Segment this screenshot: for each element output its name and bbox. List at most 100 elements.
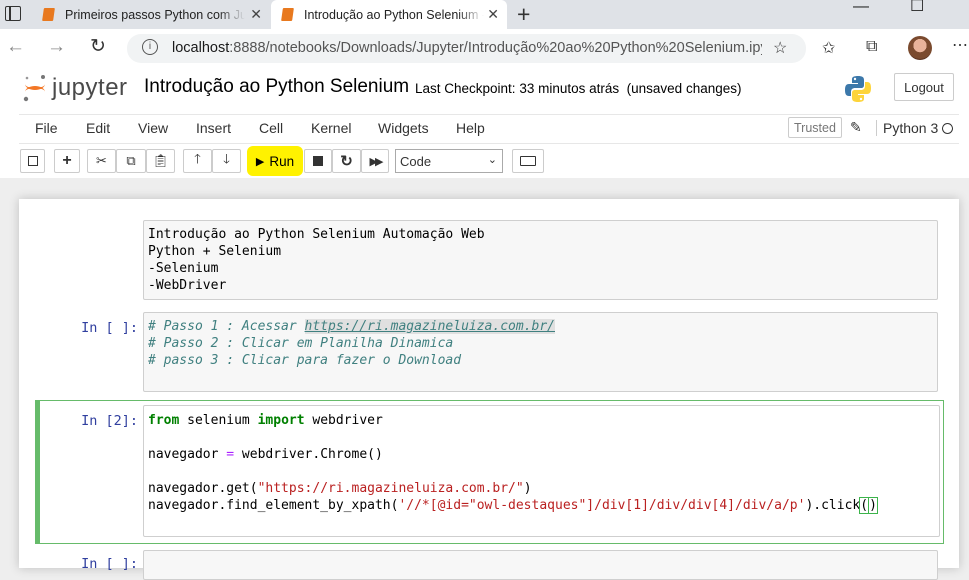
site-info-icon[interactable]: i: [142, 39, 158, 55]
minimize-icon[interactable]: —: [853, 0, 869, 16]
menu-cell[interactable]: Cell: [259, 120, 283, 136]
tab-label: Primeiros passos Python com Jupyter: [65, 7, 245, 22]
checkpoint-time: 33 minutos atrás: [519, 81, 620, 96]
markdown-line: -WebDriver: [148, 278, 227, 293]
command-palette-button[interactable]: [512, 149, 544, 173]
logout-button[interactable]: Logout: [894, 73, 954, 101]
keyword: import: [257, 413, 305, 428]
copy-button[interactable]: ⧉: [116, 149, 146, 173]
back-icon[interactable]: ←: [6, 36, 25, 58]
restart-run-all-button[interactable]: ▶▶: [361, 149, 389, 173]
menu-kernel[interactable]: Kernel: [311, 120, 351, 136]
keyword: from: [148, 413, 180, 428]
menu-widgets[interactable]: Widgets: [378, 120, 429, 136]
comment: # Passo 2 : Clicar em Planilha Dinamica: [148, 336, 454, 351]
url-text[interactable]: localhost:8888/notebooks/Downloads/Jupyt…: [172, 40, 762, 56]
code-token: navegador.get(: [148, 481, 258, 496]
cut-button[interactable]: ✂: [87, 149, 116, 173]
play-icon: ▶: [255, 155, 265, 168]
interrupt-button[interactable]: [304, 149, 332, 173]
cell-prompt: In [2]:: [81, 413, 138, 429]
maximize-icon[interactable]: ☐: [910, 0, 924, 16]
menu-edit[interactable]: Edit: [86, 120, 110, 136]
notebook-title[interactable]: Introdução ao Python Selenium: [144, 76, 409, 98]
operator: =: [226, 447, 235, 462]
markdown-line: Introdução ao Python Selenium Automação …: [148, 227, 485, 242]
browser-tab-primeiros-passos[interactable]: Primeiros passos Python com Jupyter ✕: [32, 0, 270, 29]
add-favorite-icon[interactable]: ☆: [773, 38, 787, 58]
tab-label: Introdução ao Python Selenium - Jupyter …: [304, 7, 484, 22]
code-editor-text[interactable]: from selenium import webdriver navegador…: [148, 412, 878, 514]
code-token: webdriver: [304, 413, 383, 428]
jupyter-wordmark[interactable]: jupyter: [52, 74, 128, 102]
insert-cell-button[interactable]: +: [54, 149, 80, 173]
favorites-icon[interactable]: ✩: [822, 38, 835, 58]
checkpoint-status: Last Checkpoint: 33 minutos atrás (unsav…: [415, 81, 741, 96]
stop-icon: [313, 156, 323, 166]
tab-actions-icon[interactable]: [5, 6, 21, 21]
checkpoint-label: Last Checkpoint:: [415, 81, 516, 96]
trusted-badge[interactable]: Trusted: [788, 117, 842, 138]
matched-bracket: ): [868, 497, 878, 514]
code-cell[interactable]: [143, 550, 938, 580]
comment: # Passo 1 : Acessar: [148, 319, 305, 334]
python-logo-icon: [845, 76, 871, 102]
paste-button[interactable]: 📋︎: [146, 149, 175, 173]
scissors-icon: ✂: [96, 153, 107, 168]
move-down-button[interactable]: 🡓: [212, 149, 241, 173]
edit-mode-pencil-icon: ✎: [850, 119, 862, 135]
menu-file[interactable]: File: [35, 120, 58, 136]
notebook-favicon-icon: [281, 8, 294, 21]
markdown-line: -Selenium: [148, 261, 219, 276]
chevron-down-icon: ⌄: [487, 154, 497, 166]
jupyter-logo-icon[interactable]: [22, 72, 48, 104]
markdown-cell-text: Introdução ao Python Selenium Automação …: [148, 226, 485, 294]
profile-avatar[interactable]: [908, 36, 932, 60]
move-up-button[interactable]: 🡑: [183, 149, 212, 173]
menu-insert[interactable]: Insert: [196, 120, 231, 136]
unsaved-changes: (unsaved changes): [626, 81, 742, 96]
close-tab-icon[interactable]: ✕: [487, 6, 499, 23]
forward-icon[interactable]: →: [47, 36, 66, 58]
arrow-down-icon: 🡓: [223, 151, 230, 166]
fast-forward-icon: ▶▶: [369, 155, 384, 168]
reload-icon[interactable]: ↻: [90, 35, 106, 58]
keyboard-icon: [520, 156, 536, 166]
plus-icon: +: [62, 152, 72, 169]
code-token: navegador.find_element_by_xpath(: [148, 498, 399, 513]
cell-type-select[interactable]: Code ⌄: [395, 149, 503, 173]
comment: # passo 3 : Clicar para fazer o Download: [148, 353, 462, 368]
paste-icon: 📋︎: [152, 153, 169, 168]
collections-icon[interactable]: ⧉: [866, 38, 877, 56]
cell-type-value: Code: [400, 153, 432, 169]
save-button[interactable]: [20, 149, 45, 173]
menu-view[interactable]: View: [138, 120, 168, 136]
menu-help[interactable]: Help: [456, 120, 485, 136]
save-icon: [27, 156, 38, 166]
cell-prompt: In [ ]:: [81, 556, 138, 572]
kernel-name[interactable]: Python 3: [876, 120, 938, 136]
markdown-line: Python + Selenium: [148, 244, 282, 259]
code-token: ).click: [805, 498, 861, 513]
notebook-favicon-icon: [42, 8, 55, 21]
comment-link[interactable]: https://ri.magazineluiza.com.br/: [304, 319, 555, 334]
close-tab-icon[interactable]: ✕: [250, 6, 262, 23]
code-token: selenium: [179, 413, 258, 428]
code-cell-text: # Passo 1 : Acessar https://ri.magazinel…: [148, 318, 555, 369]
arrow-up-icon: 🡑: [194, 151, 201, 166]
copy-icon: ⧉: [126, 153, 136, 168]
cell-prompt: In [ ]:: [81, 320, 138, 336]
code-token: ): [523, 481, 532, 496]
string-literal: '//*[@id="owl-destaques"]/div[1]/div/div…: [398, 498, 806, 513]
restart-icon: ↻: [340, 153, 353, 170]
new-tab-icon[interactable]: +: [517, 1, 530, 28]
restart-button[interactable]: ↻: [332, 149, 361, 173]
more-menu-icon[interactable]: ⋯: [952, 35, 968, 55]
code-token: navegador: [148, 447, 227, 462]
browser-tab-introducao[interactable]: Introdução ao Python Selenium - Jupyter …: [271, 0, 507, 29]
kernel-status-icon: [942, 123, 953, 134]
string-literal: "https://ri.magazineluiza.com.br/": [257, 481, 524, 496]
run-button[interactable]: ▶ Run: [248, 149, 302, 173]
run-label: Run: [269, 153, 295, 169]
matched-bracket: (: [859, 497, 870, 514]
